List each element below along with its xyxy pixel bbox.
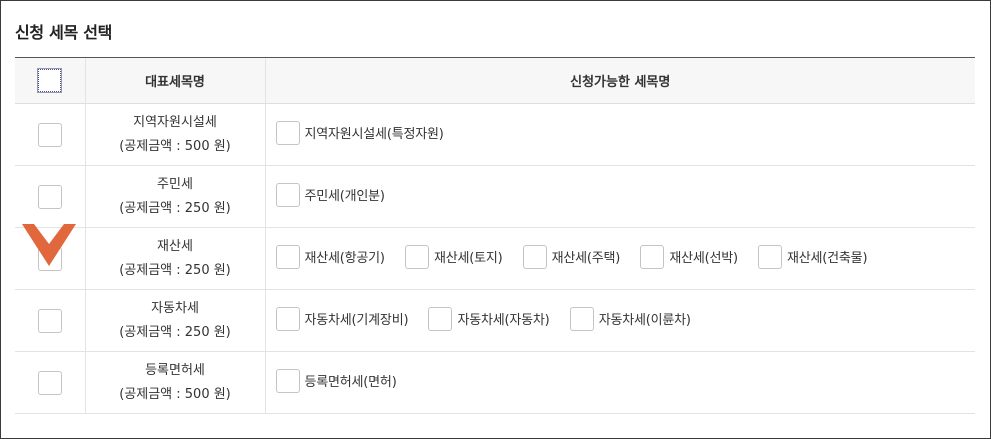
tax-item-label: 재산세(토지) bbox=[433, 251, 503, 266]
representative-tax-cell: 등록면허세 (공제금액 : 500 원) bbox=[84, 351, 265, 414]
tax-item-label: 주민세(개인분) bbox=[304, 189, 386, 204]
tax-items-cell: 재산세(항공기) 재산세(토지) 재산세(주택) 재산세(선박) 재산세(건축물… bbox=[264, 227, 975, 290]
deduction-amount: (공제금액 : 500 원) bbox=[119, 138, 231, 154]
row-check-cell bbox=[15, 227, 85, 290]
tax-item-table: 대표세목명 신청가능한 세목명 지역자원시설세 (공제금액 : 500 원) 지… bbox=[15, 57, 975, 414]
tax-item-checkbox[interactable] bbox=[275, 244, 300, 269]
tax-item-checkbox[interactable] bbox=[275, 120, 300, 145]
representative-tax-name: 지역자원시설세 bbox=[133, 114, 217, 130]
tax-item-option[interactable]: 지역자원시설세(특정자원) bbox=[275, 120, 444, 145]
tax-item-label: 자동차세(이륜차) bbox=[598, 313, 691, 328]
representative-tax-cell: 자동차세 (공제금액 : 250 원) bbox=[84, 289, 265, 352]
tax-item-label: 지역자원시설세(특정자원) bbox=[304, 127, 444, 142]
header-representative-tax: 대표세목명 bbox=[84, 57, 265, 104]
tax-item-label: 재산세(건축물) bbox=[787, 251, 868, 266]
tax-item-option[interactable]: 등록면허세(면허) bbox=[275, 368, 397, 393]
row-check-cell bbox=[15, 289, 85, 352]
tax-item-checkbox[interactable] bbox=[275, 368, 300, 393]
tax-items-cell: 등록면허세(면허) bbox=[264, 351, 975, 414]
tax-item-selection-panel: 신청 세목 선택 대표세목명 신청가능한 세목명 지역자원시설세 (공제금액:… bbox=[0, 0, 991, 439]
table-row: 주민세 (공제금액 : 250 원) 주민세(개인분) bbox=[15, 165, 975, 228]
tax-items-cell: 지역자원시설세(특정자원) bbox=[264, 103, 975, 166]
tax-item-checkbox[interactable] bbox=[569, 306, 594, 331]
tax-item-checkbox[interactable] bbox=[640, 244, 665, 269]
select-all-checkbox[interactable] bbox=[37, 68, 63, 93]
table-header-row: 대표세목명 신청가능한 세목명 bbox=[15, 57, 975, 104]
row-check-cell bbox=[15, 165, 85, 228]
representative-tax-name: 주민세 bbox=[157, 176, 193, 192]
representative-tax-name: 자동차세 bbox=[151, 300, 199, 316]
tax-item-label: 재산세(주택) bbox=[551, 251, 621, 266]
tax-item-option[interactable]: 자동차세(자동차) bbox=[428, 306, 550, 331]
tax-item-checkbox[interactable] bbox=[275, 306, 300, 331]
tax-item-option[interactable]: 재산세(항공기) bbox=[275, 244, 386, 269]
tax-item-option[interactable]: 재산세(주택) bbox=[522, 244, 621, 269]
row-check-cell bbox=[15, 351, 85, 414]
representative-tax-name: 재산세 bbox=[157, 238, 193, 254]
row-checkbox[interactable] bbox=[37, 184, 62, 209]
header-applicable-tax-items: 신청가능한 세목명 bbox=[264, 57, 975, 104]
header-select-all-cell bbox=[15, 57, 85, 104]
tax-item-label: 재산세(선박) bbox=[669, 251, 738, 266]
tax-item-checkbox[interactable] bbox=[404, 244, 429, 269]
tax-item-option[interactable]: 재산세(토지) bbox=[404, 244, 503, 269]
representative-tax-cell: 지역자원시설세 (공제금액 : 500 원) bbox=[84, 103, 265, 166]
row-checkbox[interactable] bbox=[37, 370, 62, 395]
deduction-amount: (공제금액 : 250 원) bbox=[119, 262, 231, 278]
tax-item-label: 자동차세(기계장비) bbox=[304, 313, 409, 328]
tax-item-option[interactable]: 주민세(개인분) bbox=[275, 182, 386, 207]
row-checkbox[interactable] bbox=[37, 246, 62, 271]
tax-item-checkbox[interactable] bbox=[275, 182, 300, 207]
deduction-amount: (공제금액 : 250 원) bbox=[119, 200, 231, 216]
tax-item-option[interactable]: 재산세(선박) bbox=[640, 244, 738, 269]
deduction-amount: (공제금액 : 500 원) bbox=[119, 386, 231, 402]
tax-item-label: 재산세(항공기) bbox=[304, 251, 386, 266]
tax-item-option[interactable]: 자동차세(기계장비) bbox=[275, 306, 409, 331]
tax-items-cell: 자동차세(기계장비) 자동차세(자동차) 자동차세(이륜차) bbox=[264, 289, 975, 352]
tax-item-option[interactable]: 자동차세(이륜차) bbox=[569, 306, 691, 331]
table-row: 자동차세 (공제금액 : 250 원) 자동차세(기계장비) 자동차세(자동차)… bbox=[15, 289, 975, 352]
row-checkbox[interactable] bbox=[37, 308, 62, 333]
table-row: 등록면허세 (공제금액 : 500 원) 등록면허세(면허) bbox=[15, 351, 975, 414]
representative-tax-cell: 재산세 (공제금액 : 250 원) bbox=[84, 227, 265, 290]
table-row: 지역자원시설세 (공제금액 : 500 원) 지역자원시설세(특정자원) bbox=[15, 103, 975, 166]
section-title: 신청 세목 선택 bbox=[15, 23, 113, 42]
row-checkbox[interactable] bbox=[37, 122, 62, 147]
tax-item-checkbox[interactable] bbox=[428, 306, 453, 331]
tax-item-option[interactable]: 재산세(건축물) bbox=[758, 244, 868, 269]
deduction-amount: (공제금액 : 250 원) bbox=[119, 324, 231, 340]
representative-tax-name: 등록면허세 bbox=[145, 362, 205, 378]
row-check-cell bbox=[15, 103, 85, 166]
tax-item-checkbox[interactable] bbox=[522, 244, 547, 269]
tax-item-checkbox[interactable] bbox=[758, 244, 783, 269]
representative-tax-cell: 주민세 (공제금액 : 250 원) bbox=[84, 165, 265, 228]
tax-items-cell: 주민세(개인분) bbox=[264, 165, 975, 228]
tax-item-label: 등록면허세(면허) bbox=[304, 375, 397, 390]
tax-item-label: 자동차세(자동차) bbox=[457, 313, 550, 328]
table-row: 재산세 (공제금액 : 250 원) 재산세(항공기) 재산세(토지) 재산세(… bbox=[15, 227, 975, 290]
